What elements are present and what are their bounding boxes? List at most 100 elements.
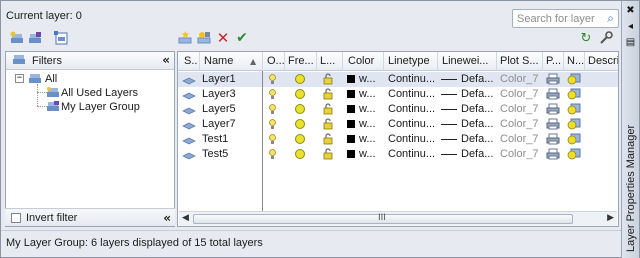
freeze-sun-icon[interactable]	[295, 119, 305, 129]
freeze-sun-icon[interactable]	[295, 74, 305, 84]
col-plot[interactable]: P...	[546, 55, 564, 67]
refresh-icon[interactable]: ↻	[578, 31, 594, 47]
col-on[interactable]: O...	[267, 55, 285, 67]
col-freeze[interactable]: Fre...	[288, 55, 315, 67]
lock-icon[interactable]	[322, 88, 334, 103]
plot-style-value[interactable]: Color_7	[500, 73, 539, 85]
frozen-column-divider[interactable]	[262, 71, 263, 211]
bulb-icon[interactable]	[269, 134, 276, 145]
color-swatch[interactable]	[347, 135, 355, 143]
linetype-value[interactable]: Continu...	[388, 88, 435, 100]
plot-style-value[interactable]: Color_7	[500, 103, 539, 115]
layer-name[interactable]: Layer3	[202, 88, 236, 100]
table-row[interactable]: Layer3 w... Continu... Defa... Color_7	[178, 87, 618, 102]
vp-freeze-icon[interactable]	[567, 118, 581, 133]
table-row[interactable]: Test5 w... Continu... Defa... Color_7	[178, 147, 618, 162]
color-value[interactable]: w...	[359, 88, 376, 100]
delete-layer-icon[interactable]: ✕	[215, 30, 231, 46]
printer-icon[interactable]	[546, 88, 560, 103]
col-linetype[interactable]: Linetype	[388, 55, 438, 67]
vp-freeze-icon[interactable]	[567, 133, 581, 148]
bulb-icon[interactable]	[269, 74, 276, 85]
col-name[interactable]: Name	[204, 55, 254, 67]
vp-freeze-icon[interactable]	[567, 88, 581, 103]
tree-item-all-used-layers[interactable]: All Used Layers	[61, 87, 138, 99]
color-value[interactable]: w...	[359, 133, 376, 145]
printer-icon[interactable]	[546, 133, 560, 148]
linetype-value[interactable]: Continu...	[388, 148, 435, 160]
printer-icon[interactable]	[546, 118, 560, 133]
tree-collapse-toggle[interactable]: −	[15, 74, 24, 83]
collapse-pane-icon[interactable]: «	[163, 211, 171, 225]
color-swatch[interactable]	[347, 150, 355, 158]
col-color[interactable]: Color	[348, 55, 383, 67]
col-new-vp-freeze[interactable]: N...	[567, 55, 585, 67]
color-value[interactable]: w...	[359, 148, 376, 160]
lock-icon[interactable]	[322, 103, 334, 118]
color-swatch[interactable]	[347, 120, 355, 128]
color-swatch[interactable]	[347, 90, 355, 98]
plot-style-value[interactable]: Color_7	[500, 88, 539, 100]
layer-name[interactable]: Test5	[202, 148, 228, 160]
linetype-value[interactable]: Continu...	[388, 118, 435, 130]
set-current-icon[interactable]: ✔	[234, 30, 250, 46]
lineweight-value[interactable]: Defa...	[461, 88, 493, 100]
table-row[interactable]: Layer7 w... Continu... Defa... Color_7	[178, 117, 618, 132]
palette-title-bar[interactable]: ✖ ◂ ▤ Layer Properties Manager	[621, 1, 639, 258]
linetype-value[interactable]: Continu...	[388, 133, 435, 145]
plot-style-value[interactable]: Color_7	[500, 148, 539, 160]
lock-icon[interactable]	[322, 133, 334, 148]
search-icon[interactable]: ⌕	[607, 11, 614, 26]
linetype-value[interactable]: Continu...	[388, 103, 435, 115]
lock-icon[interactable]	[322, 148, 334, 163]
scroll-thumb[interactable]: III	[193, 213, 573, 224]
properties-icon[interactable]: ▤	[624, 37, 637, 48]
tree-item-all[interactable]: All	[45, 73, 57, 85]
layer-states-manager-icon[interactable]	[53, 30, 69, 46]
col-lock[interactable]: L...	[320, 55, 338, 67]
lineweight-value[interactable]: Defa...	[461, 103, 493, 115]
scroll-right-icon[interactable]: ▶	[607, 213, 614, 223]
layer-name[interactable]: Layer7	[202, 118, 236, 130]
bulb-icon[interactable]	[269, 104, 276, 115]
tree-item-my-layer-group[interactable]: My Layer Group	[61, 101, 140, 113]
color-value[interactable]: w...	[359, 118, 376, 130]
bulb-icon[interactable]	[269, 149, 276, 160]
col-status[interactable]: S..	[184, 55, 198, 67]
lineweight-value[interactable]: Defa...	[461, 148, 493, 160]
color-value[interactable]: w...	[359, 73, 376, 85]
freeze-sun-icon[interactable]	[295, 134, 305, 144]
color-value[interactable]: w...	[359, 103, 376, 115]
search-input[interactable]: Search for layer ⌕	[512, 9, 619, 28]
bulb-icon[interactable]	[269, 89, 276, 100]
close-icon[interactable]: ✖	[624, 5, 637, 16]
printer-icon[interactable]	[546, 148, 560, 163]
col-description[interactable]: Descrip	[588, 55, 618, 67]
freeze-sun-icon[interactable]	[295, 89, 305, 99]
new-group-filter-icon[interactable]	[27, 30, 43, 46]
autohide-icon[interactable]: ◂	[624, 21, 637, 32]
lock-icon[interactable]	[322, 118, 334, 133]
invert-filter-checkbox[interactable]	[11, 213, 21, 223]
lineweight-value[interactable]: Defa...	[461, 118, 493, 130]
plot-style-value[interactable]: Color_7	[500, 118, 539, 130]
color-swatch[interactable]	[347, 105, 355, 113]
layer-name[interactable]: Layer5	[202, 103, 236, 115]
plot-style-value[interactable]: Color_7	[500, 133, 539, 145]
horizontal-scrollbar[interactable]: ◀ III ▶	[179, 211, 617, 226]
freeze-sun-icon[interactable]	[295, 149, 305, 159]
settings-icon[interactable]	[598, 31, 614, 47]
linetype-value[interactable]: Continu...	[388, 73, 435, 85]
bulb-icon[interactable]	[269, 119, 276, 130]
vp-freeze-icon[interactable]	[567, 148, 581, 163]
new-layer-icon[interactable]	[177, 30, 193, 46]
scroll-left-icon[interactable]: ◀	[182, 213, 189, 223]
printer-icon[interactable]	[546, 73, 560, 88]
table-row[interactable]: Layer1 w... Continu... Defa... Color_7	[178, 72, 618, 87]
new-property-filter-icon[interactable]	[9, 30, 25, 46]
freeze-sun-icon[interactable]	[295, 104, 305, 114]
layer-name[interactable]: Test1	[202, 133, 228, 145]
col-plot-style[interactable]: Plot S...	[500, 55, 540, 67]
lineweight-value[interactable]: Defa...	[461, 73, 493, 85]
color-swatch[interactable]	[347, 75, 355, 83]
